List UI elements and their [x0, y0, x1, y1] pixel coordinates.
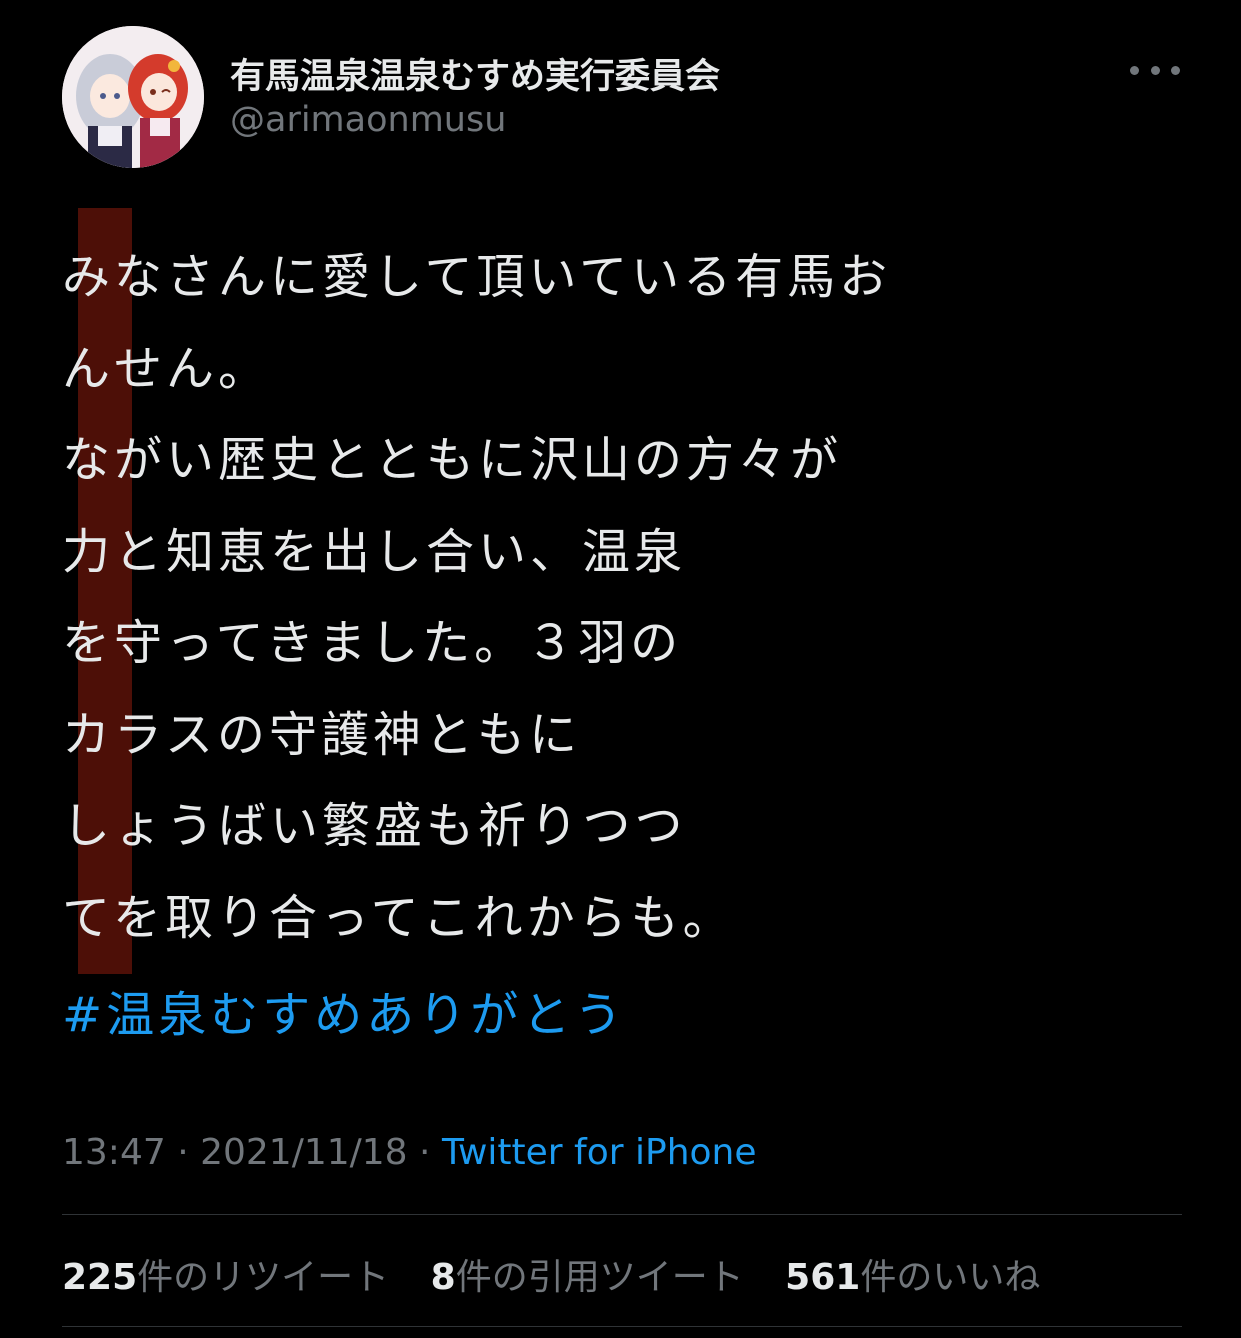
tweet-date: 2021/11/18 [200, 1132, 408, 1173]
likes-stat[interactable]: 561件のいいね [785, 1257, 1040, 1298]
tweet-line: しょうばい繁盛も祈りつつ [62, 798, 687, 854]
display-name[interactable]: 有馬温泉温泉むすめ実行委員会 [230, 48, 720, 99]
quotes-stat[interactable]: 8件の引用ツイート [431, 1257, 744, 1298]
quotes-label: 件の引用ツイート [455, 1257, 744, 1298]
retweets-stat[interactable]: 225件のリツイート [62, 1257, 389, 1298]
tweet-line: みなさんに愛して頂いている有馬お [62, 249, 892, 305]
tweet-line: ながい歴史とともに沢山の方々が [62, 432, 843, 488]
tweet-line: カラスの守護神ともに [62, 706, 582, 763]
tweet-stats: 225件のリツイート 8件の引用ツイート 561件のいいね [62, 1248, 1070, 1300]
retweets-label: 件のリツイート [137, 1257, 390, 1298]
tweet-line: てを取り合ってこれからも。 [62, 889, 735, 946]
tweet-source-link[interactable]: Twitter for iPhone [442, 1132, 757, 1173]
meta-separator: · [419, 1132, 442, 1173]
likes-count: 561 [785, 1257, 861, 1298]
more-options-button[interactable] [1130, 52, 1180, 88]
tweet-line: んせん。 [62, 340, 271, 397]
more-dots-icon [1130, 65, 1180, 75]
tweet-line: を守ってきました。３羽の [62, 615, 683, 671]
meta-separator: · [177, 1132, 201, 1173]
account-handle[interactable]: @arimaonmusu [230, 100, 506, 140]
quotes-count: 8 [430, 1257, 456, 1298]
tweet-line: 力と知恵を出し合い、温泉 [62, 523, 687, 580]
divider [62, 1214, 1182, 1215]
retweets-count: 225 [62, 1257, 138, 1298]
tweet-meta: 13:47 · 2021/11/18 · Twitter for iPhone [62, 1132, 757, 1173]
likes-label: 件のいいね [860, 1257, 1041, 1298]
hashtag-link[interactable]: #温泉むすめありがとう [62, 980, 626, 1050]
avatar-image [62, 26, 204, 168]
tweet-time: 13:47 [62, 1132, 166, 1173]
avatar[interactable] [62, 26, 204, 168]
divider [62, 1326, 1182, 1327]
tweet-text: みなさんに愛して頂いている有馬お んせん。 ながい歴史とともに沢山の方々が 力と… [62, 232, 1172, 964]
